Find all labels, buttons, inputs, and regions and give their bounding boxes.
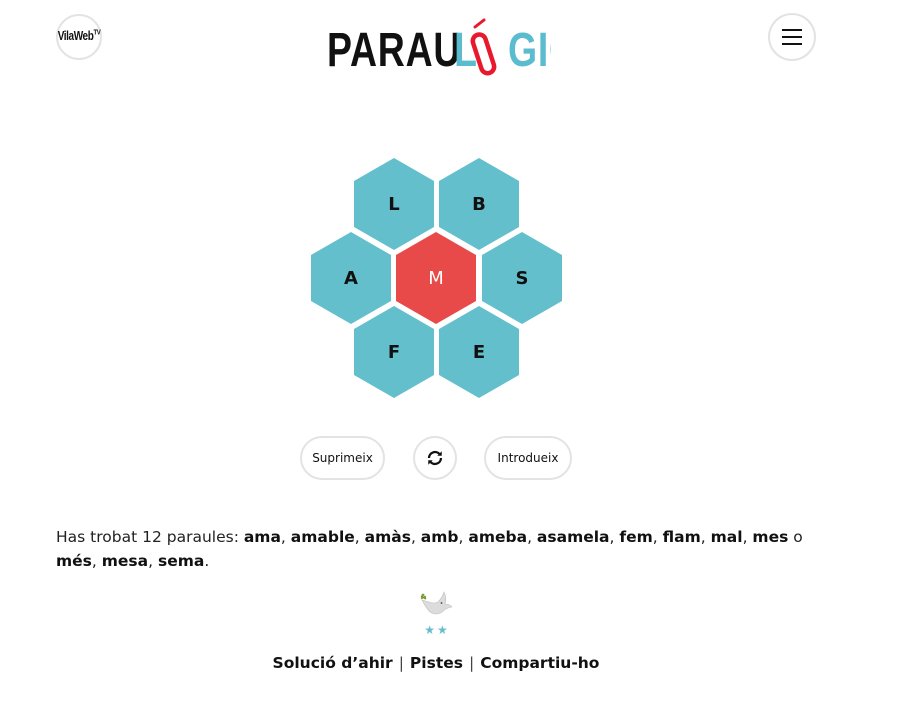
found-word: amable (290, 528, 355, 546)
hex-letter-top-right[interactable]: B (439, 158, 519, 250)
yesterday-solution-link[interactable]: Solució d’ahir (273, 654, 393, 672)
page: VilaWebTV PARAU L GIC L B A M S F E Supr… (0, 0, 904, 707)
enter-button[interactable]: Introdueix (484, 436, 572, 480)
footer-links: Solució d’ahir | Pistes | Compartiu-ho (0, 654, 872, 672)
svg-text:PARAU: PARAU (327, 24, 461, 78)
found-word: mesa (101, 552, 149, 570)
shuffle-button[interactable] (413, 436, 457, 480)
hex-letter-right[interactable]: S (482, 232, 562, 324)
hex-letter-left[interactable]: A (311, 232, 391, 324)
separator: | (398, 654, 404, 672)
hamburger-menu-icon (782, 29, 802, 45)
found-word: ameba (468, 528, 528, 546)
found-word: mal (710, 528, 743, 546)
found-word: mes (752, 528, 789, 546)
share-link[interactable]: Compartiu-ho (480, 654, 599, 672)
menu-button[interactable] (768, 13, 816, 61)
hints-link[interactable]: Pistes (410, 654, 463, 672)
found-word: asamela (536, 528, 610, 546)
hex-letter-top-left[interactable]: L (354, 158, 434, 250)
found-word: flam (662, 528, 701, 546)
delete-button[interactable]: Suprimeix (300, 436, 385, 480)
vilaweb-logo-button[interactable]: VilaWebTV (56, 14, 102, 60)
found-word: amàs (364, 528, 411, 546)
rating-stars: ★★ (424, 623, 450, 637)
separator: | (468, 654, 475, 672)
hex-letter-center[interactable]: M (396, 232, 476, 324)
found-word: fem (619, 528, 653, 546)
found-word: sema (157, 552, 205, 570)
hex-letter-bottom-right[interactable]: E (439, 306, 519, 398)
shuffle-icon (427, 450, 443, 466)
svg-text:GIC: GIC (508, 24, 551, 78)
found-word: ama (243, 528, 281, 546)
dove-icon (420, 591, 452, 615)
paraulogic-logo: PARAU L GIC (327, 18, 551, 78)
hex-letter-bottom-left[interactable]: F (354, 306, 434, 398)
found-words-text: Has trobat 12 paraules: ama, amable, amà… (56, 528, 803, 570)
found-word: més (56, 552, 92, 570)
vilaweb-logo: VilaWebTV (57, 29, 101, 45)
found-word: amb (420, 528, 459, 546)
